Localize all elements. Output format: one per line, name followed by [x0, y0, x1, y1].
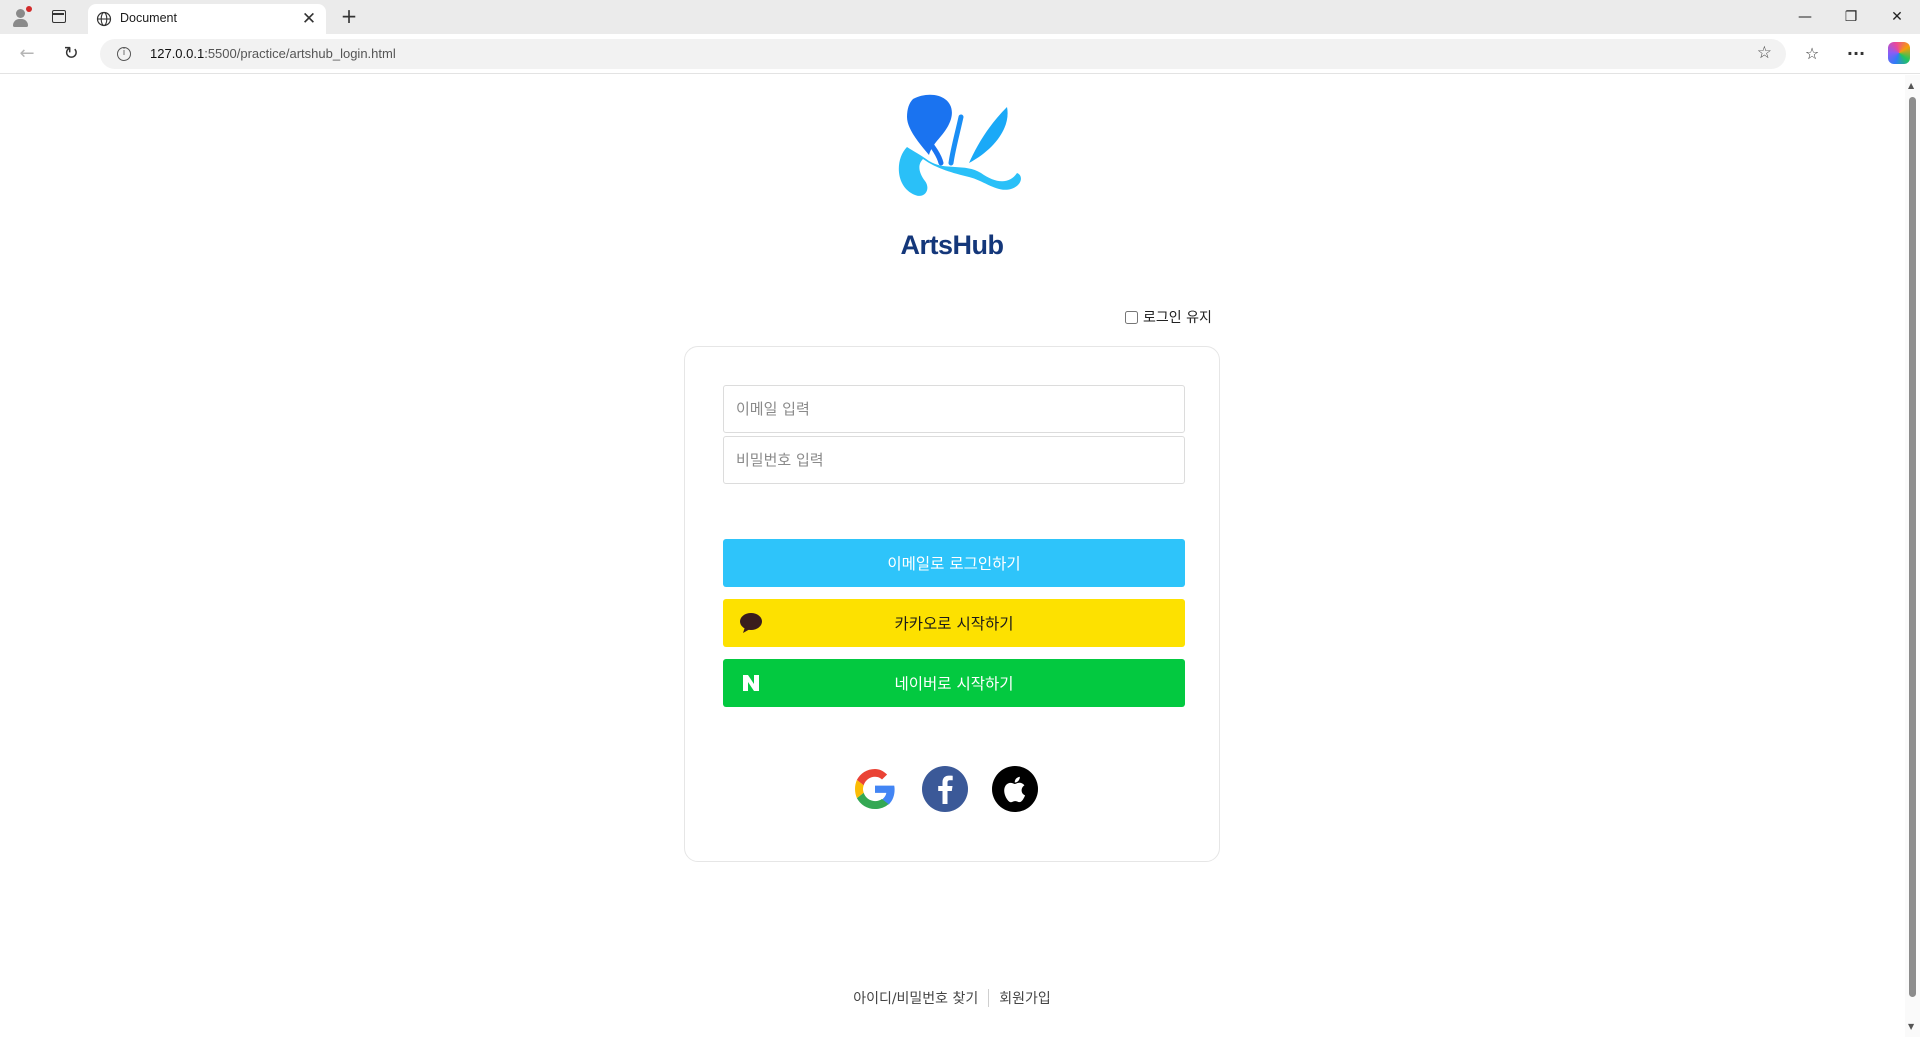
- url-host: 127.0.0.1: [150, 46, 205, 61]
- scrollbar[interactable]: ▲ ▼: [1905, 75, 1920, 1037]
- scroll-up-arrow[interactable]: ▲: [1908, 81, 1914, 90]
- url-text[interactable]: 127.0.0.1:5500/practice/artshub_login.ht…: [150, 46, 396, 61]
- email-login-label: 이메일로 로그인하기: [887, 555, 1021, 573]
- copilot-icon[interactable]: [1888, 42, 1910, 64]
- url-path: :5500/practice/artshub_login.html: [204, 46, 396, 61]
- favorites-icon[interactable]: ☆: [1800, 42, 1824, 66]
- google-icon[interactable]: [851, 765, 899, 813]
- browser-toolbar: ← ↻ i 127.0.0.1:5500/practice/artshub_lo…: [0, 34, 1920, 74]
- minimize-button[interactable]: —: [1790, 5, 1820, 29]
- address-bar[interactable]: i 127.0.0.1:5500/practice/artshub_login.…: [100, 39, 1786, 69]
- logo-text: ArtsHub: [900, 230, 1005, 260]
- footer-divider: [988, 989, 990, 1007]
- artshub-logo-icon: [898, 94, 1021, 196]
- tab-close-icon[interactable]: ✕: [298, 8, 320, 30]
- login-card: 이메일로 로그인하기 카카오로 시작하기 네이버로 시작하기: [684, 346, 1220, 862]
- email-login-button[interactable]: 이메일로 로그인하기: [723, 539, 1185, 587]
- globe-icon: [96, 11, 112, 27]
- profile-icon[interactable]: [10, 6, 32, 28]
- email-input[interactable]: [723, 385, 1185, 433]
- apple-icon[interactable]: [991, 765, 1039, 813]
- close-window-button[interactable]: ✕: [1882, 5, 1912, 29]
- signup-link[interactable]: 회원가입: [999, 988, 1051, 1008]
- scroll-down-arrow[interactable]: ▼: [1908, 1022, 1914, 1031]
- restore-button[interactable]: ❐: [1836, 5, 1866, 29]
- footer-links: 아이디/비밀번호 찾기 회원가입: [684, 988, 1220, 1008]
- kakao-login-label: 카카오로 시작하기: [894, 615, 1014, 633]
- browser-tab-strip: Document ✕ + — ❐ ✕: [0, 0, 1920, 34]
- favorite-star-icon[interactable]: ☆: [1757, 43, 1772, 63]
- facebook-icon[interactable]: [921, 765, 969, 813]
- refresh-button[interactable]: ↻: [58, 41, 84, 67]
- keep-login-label: 로그인 유지: [1143, 310, 1212, 326]
- naver-login-label: 네이버로 시작하기: [894, 675, 1014, 693]
- back-button[interactable]: ←: [14, 41, 40, 67]
- naver-n-icon: [743, 675, 759, 691]
- site-info-icon[interactable]: i: [117, 47, 131, 61]
- kakao-login-button[interactable]: 카카오로 시작하기: [723, 599, 1185, 647]
- password-input[interactable]: [723, 436, 1185, 484]
- tab-actions-icon[interactable]: [52, 10, 66, 23]
- kakao-speech-bubble-icon: [740, 613, 762, 633]
- find-account-link[interactable]: 아이디/비밀번호 찾기: [853, 988, 978, 1008]
- more-menu-icon[interactable]: ···: [1844, 42, 1868, 66]
- scroll-thumb[interactable]: [1909, 97, 1916, 997]
- browser-tab[interactable]: Document ✕: [88, 4, 326, 34]
- tab-title: Document: [120, 11, 177, 25]
- keep-login-checkbox[interactable]: [1125, 310, 1138, 324]
- new-tab-button[interactable]: +: [337, 4, 361, 28]
- keep-login-option[interactable]: 로그인 유지: [1125, 308, 1212, 326]
- naver-login-button[interactable]: 네이버로 시작하기: [723, 659, 1185, 707]
